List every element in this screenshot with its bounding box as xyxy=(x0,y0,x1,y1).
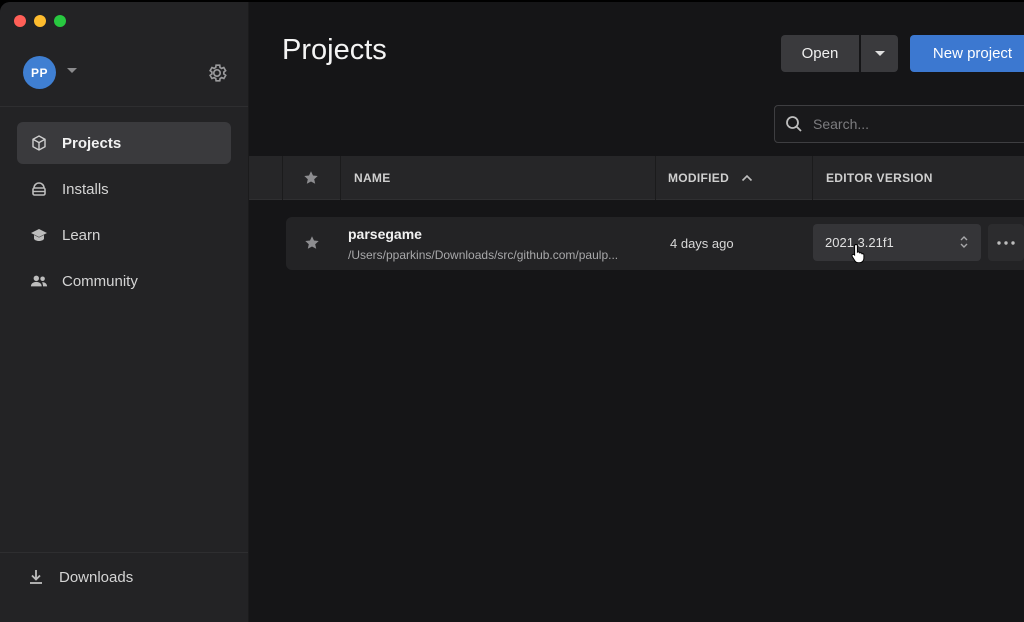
name-column-header[interactable]: NAME xyxy=(354,156,391,200)
open-button[interactable]: Open xyxy=(781,35,859,72)
sidebar-nav: Projects Installs Learn Community xyxy=(17,122,231,306)
page-title: Projects xyxy=(282,34,387,66)
minimize-window-button[interactable] xyxy=(34,15,46,27)
main-panel: Projects Open New project NAME MODIFIED … xyxy=(249,2,1024,622)
app-window: PP Projects Installs Learn Community Dow… xyxy=(0,2,1024,622)
sidebar-divider xyxy=(0,552,248,553)
star-icon xyxy=(304,171,318,184)
chevron-down-icon xyxy=(874,51,885,56)
downloads-button[interactable]: Downloads xyxy=(27,568,133,586)
search-input[interactable] xyxy=(813,116,1013,132)
search-icon xyxy=(786,116,802,132)
hand-cursor-icon xyxy=(851,243,865,263)
new-project-button[interactable]: New project xyxy=(910,35,1024,72)
sidebar-item-installs[interactable]: Installs xyxy=(17,168,231,210)
table-header: NAME MODIFIED EDITOR VERSION xyxy=(249,156,1024,200)
project-name: parsegame xyxy=(348,226,422,242)
ellipsis-icon xyxy=(997,240,1015,245)
sidebar-divider xyxy=(0,106,248,107)
cube-icon xyxy=(30,134,48,152)
star-icon[interactable] xyxy=(304,235,320,251)
column-divider xyxy=(340,156,341,200)
open-dropdown-button[interactable] xyxy=(861,35,898,72)
updown-chevron-icon xyxy=(960,236,968,248)
avatar[interactable]: PP xyxy=(23,56,56,89)
modified-column-label: MODIFIED xyxy=(668,171,730,185)
sidebar-item-label: Learn xyxy=(62,226,101,244)
search-box[interactable] xyxy=(774,105,1024,143)
sidebar-item-label: Community xyxy=(62,272,138,290)
column-divider xyxy=(812,156,813,200)
sidebar-item-label: Projects xyxy=(62,134,122,152)
modified-column-header[interactable]: MODIFIED xyxy=(668,156,753,200)
sort-ascending-icon xyxy=(742,174,753,182)
window-controls xyxy=(14,15,66,27)
editor-version-select[interactable]: 2021.3.21f1 xyxy=(813,224,981,261)
graduation-cap-icon xyxy=(30,226,48,244)
editor-version-column-header[interactable]: EDITOR VERSION xyxy=(826,156,933,200)
close-window-button[interactable] xyxy=(14,15,26,27)
project-modified: 4 days ago xyxy=(670,236,734,251)
gear-icon[interactable] xyxy=(206,62,228,84)
sidebar-item-label: Installs xyxy=(62,180,109,198)
sidebar-item-projects[interactable]: Projects xyxy=(17,122,231,164)
sidebar: PP Projects Installs Learn Community Dow… xyxy=(0,2,249,622)
column-divider xyxy=(282,156,283,200)
sidebar-item-community[interactable]: Community xyxy=(17,260,231,302)
chevron-down-icon[interactable] xyxy=(67,68,77,73)
sidebar-item-learn[interactable]: Learn xyxy=(17,214,231,256)
project-path: /Users/pparkins/Downloads/src/github.com… xyxy=(348,248,619,262)
star-column-header[interactable] xyxy=(303,156,319,200)
table-row[interactable]: parsegame /Users/pparkins/Downloads/src/… xyxy=(286,217,1024,270)
more-options-button[interactable] xyxy=(988,224,1024,261)
column-divider xyxy=(655,156,656,200)
zoom-window-button[interactable] xyxy=(54,15,66,27)
people-icon xyxy=(30,272,48,290)
download-icon xyxy=(27,568,45,586)
installs-icon xyxy=(30,180,48,198)
downloads-label: Downloads xyxy=(59,568,134,586)
